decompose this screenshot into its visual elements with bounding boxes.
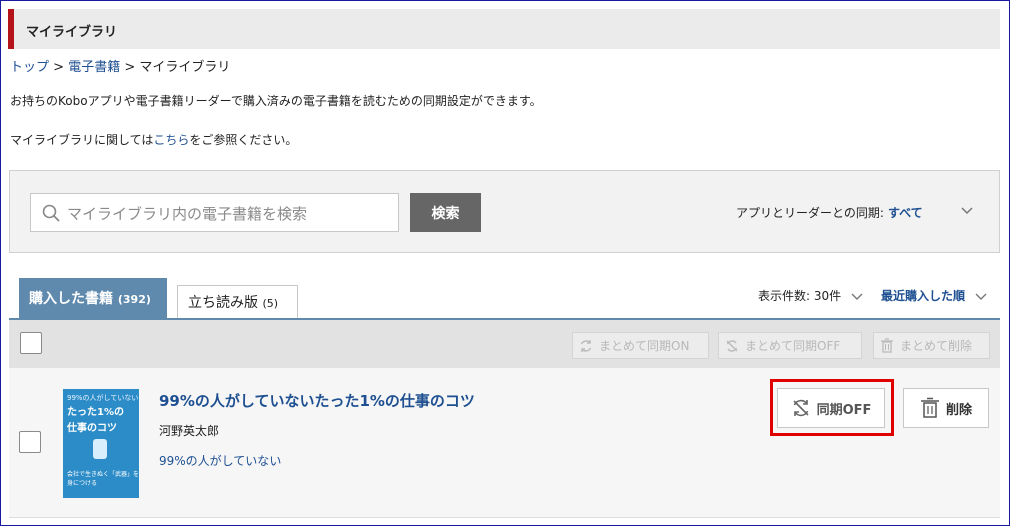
book-series-link[interactable]: 99%の人がしていない (159, 452, 281, 469)
tab-previews-label: 立ち読み版 (188, 295, 258, 311)
search-button[interactable]: 検索 (410, 193, 481, 232)
book-select-checkbox[interactable] (19, 431, 41, 453)
book-title-link[interactable]: 99%の人がしていないたった1%の仕事のコツ (159, 390, 475, 411)
book-author: 河野英太郎 (159, 424, 220, 438)
chevron-down-icon (975, 293, 987, 300)
trash-icon (881, 338, 893, 353)
sync-filter-value: すべて (887, 206, 923, 220)
tab-purchased-count: (392) (117, 293, 151, 306)
breadcrumb-ebooks-link[interactable]: 電子書籍 (68, 60, 120, 75)
per-page-dropdown[interactable]: 表示件数: 30件 (758, 287, 863, 304)
sync-off-icon (726, 339, 738, 352)
tab-previews-count: (5) (262, 297, 279, 310)
per-page-label: 表示件数: 30件 (758, 289, 842, 303)
breadcrumb-current: マイライブラリ (139, 60, 231, 75)
breadcrumb-separator: > (53, 60, 65, 75)
select-all-checkbox[interactable] (20, 332, 42, 354)
page-title-bar: マイライブラリ (8, 9, 1000, 49)
book-row: 99%の人がしていない たった1%の 仕事のコツ 会社で生きぬく「武器」を身につ… (9, 368, 1000, 518)
cover-text: 会社で生きぬく「武器」を身につける (67, 471, 139, 487)
bulk-sync-off-button[interactable]: まとめて同期OFF (718, 332, 862, 359)
breadcrumb-top-link[interactable]: トップ (10, 60, 49, 75)
cover-text: 仕事のコツ (67, 423, 117, 434)
book-cover[interactable]: 99%の人がしていない たった1%の 仕事のコツ 会社で生きぬく「武器」を身につ… (63, 389, 139, 498)
sync-filter-dropdown[interactable]: アプリとリーダーとの同期: すべて (736, 204, 973, 221)
sync-off-button[interactable]: 同期OFF (777, 388, 885, 428)
sync-off-icon (793, 399, 809, 417)
bulk-delete-button[interactable]: まとめて削除 (873, 332, 990, 359)
delete-label: 削除 (945, 402, 972, 418)
bulk-sync-on-label: まとめて同期ON (599, 339, 690, 353)
search-panel: 検索 アプリとリーダーとの同期:すべて (9, 170, 1000, 253)
sync-filter-label: アプリとリーダーとの同期: (736, 206, 884, 220)
search-input[interactable] (65, 200, 394, 228)
tab-purchased-books[interactable]: 購入した書籍 (392) (19, 278, 167, 318)
description-text: お持ちのKoboアプリや電子書籍リーダーで購入済みの電子書籍を読むための同期設定… (10, 94, 542, 108)
help-text-suffix: をご参照ください。 (189, 133, 298, 147)
search-box[interactable] (30, 193, 399, 232)
sync-off-label: 同期OFF (816, 402, 872, 418)
help-text: マイライブラリに関してはこちらをご参照ください。 (10, 131, 297, 148)
delete-button[interactable]: 削除 (903, 388, 989, 428)
sort-label: 最近購入した順 (881, 289, 966, 303)
trash-icon (920, 397, 939, 418)
bulk-sync-off-label: まとめて同期OFF (745, 339, 841, 353)
cover-figure (93, 439, 107, 459)
cover-text: 99%の人がしていない (67, 394, 139, 402)
help-text-prefix: マイライブラリに関しては (10, 133, 154, 147)
sort-dropdown[interactable]: 最近購入した順 (881, 287, 987, 304)
search-icon (42, 204, 60, 222)
tab-previews[interactable]: 立ち読み版 (5) (177, 285, 298, 319)
cover-text: たった1%の (67, 407, 124, 418)
breadcrumb: トップ > 電子書籍 > マイライブラリ (10, 56, 230, 75)
tab-purchased-label: 購入した書籍 (29, 291, 113, 307)
sync-icon (580, 339, 592, 352)
chevron-down-icon (851, 293, 863, 300)
help-link[interactable]: こちら (153, 133, 189, 147)
chevron-down-icon (961, 207, 973, 215)
page-title: マイライブラリ (26, 25, 118, 40)
bulk-sync-on-button[interactable]: まとめて同期ON (572, 332, 709, 359)
bulk-delete-label: まとめて削除 (900, 339, 973, 353)
list-header: まとめて同期ON まとめて同期OFF まとめて削除 (9, 318, 1000, 368)
breadcrumb-separator: > (124, 60, 136, 75)
